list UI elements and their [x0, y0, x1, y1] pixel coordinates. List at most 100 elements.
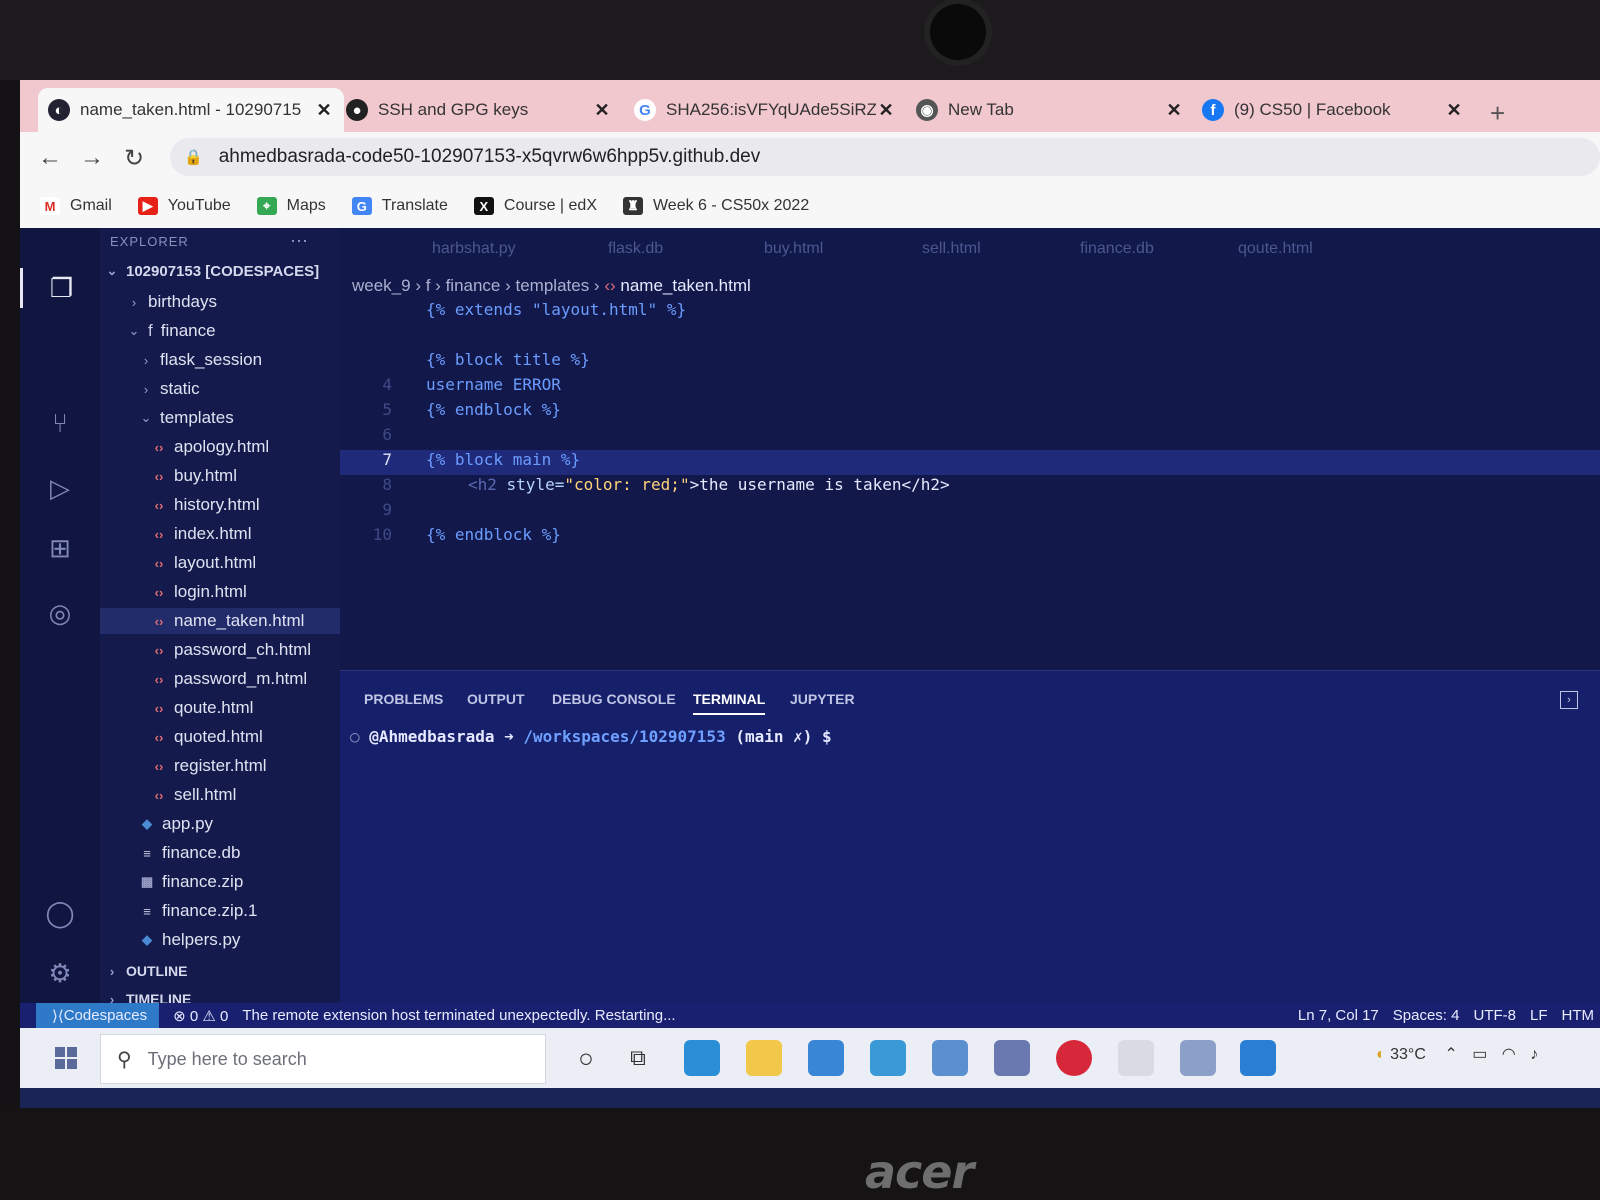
editor-tab[interactable]: buy.html: [764, 240, 823, 258]
code-editor[interactable]: {% extends "layout.html" %} {% block titl…: [340, 300, 1600, 670]
opera-icon[interactable]: [1056, 1040, 1092, 1076]
tab-problems[interactable]: PROBLEMS: [364, 691, 443, 707]
edge-icon[interactable]: [684, 1040, 720, 1076]
close-tab-icon[interactable]: ✕: [1444, 100, 1464, 121]
new-tab-button[interactable]: +: [1490, 98, 1505, 129]
browser-tab-5[interactable]: f (9) CS50 | Facebook ✕: [1192, 88, 1474, 132]
close-tab-icon[interactable]: ✕: [1164, 100, 1184, 121]
encoding[interactable]: UTF-8: [1473, 1007, 1516, 1024]
forward-arrow-icon[interactable]: →: [80, 144, 104, 172]
editor-tab[interactable]: sell.html: [922, 240, 981, 258]
reload-icon[interactable]: ↻: [124, 144, 144, 173]
terminal-prompt[interactable]: ○ @Ahmedbasrada ➜ /workspaces/102907153 …: [350, 727, 832, 746]
file-item[interactable]: ‹› buy.html: [100, 463, 340, 489]
close-tab-icon[interactable]: ✕: [314, 100, 334, 121]
file-item[interactable]: ‹› register.html: [100, 753, 340, 779]
cursor-position[interactable]: Ln 7, Col 17: [1298, 1007, 1379, 1024]
file-item[interactable]: ‹› qoute.html: [100, 695, 340, 721]
new-terminal-icon[interactable]: ›: [1560, 691, 1578, 709]
editor-tab[interactable]: qoute.html: [1238, 240, 1313, 258]
vscode-icon[interactable]: [1240, 1040, 1276, 1076]
cortana-icon[interactable]: ○: [568, 1040, 604, 1076]
folder-item[interactable]: › flask_session: [100, 347, 340, 373]
browser-tab-3[interactable]: G SHA256:isVFYqUAde5SiRZWF ✕: [624, 88, 906, 132]
breadcrumb-item[interactable]: templates: [516, 276, 590, 295]
tab-debug-console[interactable]: DEBUG CONSOLE: [552, 691, 676, 707]
browser-tab-1[interactable]: ◐ name_taken.html - 10290715 ✕: [38, 88, 344, 132]
file-item[interactable]: ‹› login.html: [100, 579, 340, 605]
tab-terminal[interactable]: TERMINAL: [693, 691, 766, 715]
language-mode[interactable]: HTM: [1562, 1007, 1595, 1024]
settings-gear-icon[interactable]: ⚙: [40, 953, 80, 993]
bookmark-translate[interactable]: G Translate: [351, 197, 448, 215]
bookmark-cs50[interactable]: ♜ Week 6 - CS50x 2022: [622, 197, 809, 215]
bookmark-youtube[interactable]: ▶ YouTube: [137, 197, 231, 215]
source-control-icon[interactable]: ⑂: [40, 403, 80, 443]
file-item[interactable]: ‹› history.html: [100, 492, 340, 518]
remote-indicator[interactable]: ⟩⟨ Codespaces: [36, 1003, 160, 1028]
browser-tab-2[interactable]: ● SSH and GPG keys ✕: [336, 88, 622, 132]
folder-item[interactable]: › static: [100, 376, 340, 402]
more-actions-icon[interactable]: ···: [290, 230, 308, 251]
section-outline[interactable]: › OUTLINE: [100, 958, 340, 984]
folder-item[interactable]: ⌄ templates: [100, 405, 340, 431]
run-debug-icon[interactable]: ▷: [40, 468, 80, 508]
editor-tab[interactable]: harbshat.py: [432, 240, 516, 258]
workspace-root[interactable]: ⌄ 102907153 [CODESPACES]: [100, 258, 340, 284]
battery-icon[interactable]: ▭: [1472, 1046, 1487, 1063]
explorer-files-icon[interactable]: ❐: [20, 268, 100, 308]
file-item[interactable]: ‹› apology.html: [100, 434, 340, 460]
indentation[interactable]: Spaces: 4: [1393, 1007, 1460, 1024]
bookmark-edx[interactable]: X Course | edX: [473, 197, 597, 215]
github-icon[interactable]: ◎: [40, 593, 80, 633]
file-explorer-icon[interactable]: [746, 1040, 782, 1076]
mail-icon[interactable]: [870, 1040, 906, 1076]
file-item[interactable]: ‹› sell.html: [100, 782, 340, 808]
breadcrumb-item[interactable]: f: [426, 276, 431, 295]
close-tab-icon[interactable]: ✕: [592, 100, 612, 121]
breadcrumb-item[interactable]: finance: [446, 276, 501, 295]
extensions-icon[interactable]: ⊞: [40, 528, 80, 568]
close-tab-icon[interactable]: ✕: [876, 100, 896, 121]
wifi-icon[interactable]: ◠: [1502, 1046, 1516, 1063]
store-icon[interactable]: [808, 1040, 844, 1076]
bookmark-maps[interactable]: ⌖ Maps: [256, 197, 326, 215]
breadcrumb-item[interactable]: name_taken.html: [620, 276, 750, 295]
folder-item[interactable]: ⌄ f finance: [100, 318, 340, 344]
bookmark-gmail[interactable]: M Gmail: [40, 197, 112, 215]
file-item[interactable]: ◆ app.py: [100, 811, 340, 837]
calculator-icon[interactable]: [994, 1040, 1030, 1076]
file-item[interactable]: ‹› name_taken.html: [100, 608, 340, 634]
accounts-icon[interactable]: ◯: [40, 893, 80, 933]
editor-tab[interactable]: finance.db: [1080, 240, 1154, 258]
chevron-up-icon[interactable]: ⌃: [1444, 1046, 1457, 1063]
volume-icon[interactable]: ♪: [1530, 1046, 1538, 1063]
back-arrow-icon[interactable]: ←: [38, 144, 62, 172]
breadcrumb-item[interactable]: week_9: [352, 276, 411, 295]
problems-count[interactable]: ⊗ 0 ⚠ 0: [173, 1007, 228, 1025]
file-item[interactable]: ‹› quoted.html: [100, 724, 340, 750]
task-view-icon[interactable]: ⧉: [620, 1040, 656, 1076]
end-of-line[interactable]: LF: [1530, 1007, 1548, 1024]
file-item[interactable]: ≡ finance.zip.1: [100, 898, 340, 924]
file-item[interactable]: ◆ helpers.py: [100, 927, 340, 953]
file-item[interactable]: ≡ finance.db: [100, 840, 340, 866]
tab-output[interactable]: OUTPUT: [467, 691, 525, 707]
app-icon[interactable]: [932, 1040, 968, 1076]
folder-item[interactable]: › birthdays: [100, 289, 340, 315]
section-timeline[interactable]: › TIMELINE: [100, 986, 340, 1003]
browser-tab-4[interactable]: ◉ New Tab ✕: [906, 88, 1194, 132]
file-item[interactable]: ‹› password_ch.html: [100, 637, 340, 663]
chrome-icon[interactable]: [1118, 1040, 1154, 1076]
temperature[interactable]: 33°C: [1390, 1046, 1426, 1063]
taskbar-search-box[interactable]: ⚲ Type here to search: [100, 1034, 546, 1084]
editor-tab[interactable]: flask.db: [608, 240, 663, 258]
url-bar[interactable]: 🔒 ahmedbasrada-code50-102907153-x5qvrw6w…: [170, 138, 1600, 176]
windows-start-icon[interactable]: [36, 1028, 96, 1088]
file-item[interactable]: ▦ finance.zip: [100, 869, 340, 895]
file-item[interactable]: ‹› index.html: [100, 521, 340, 547]
photos-icon[interactable]: [1180, 1040, 1216, 1076]
file-item[interactable]: ‹› password_m.html: [100, 666, 340, 692]
file-item[interactable]: ‹› layout.html: [100, 550, 340, 576]
tab-jupyter[interactable]: JUPYTER: [790, 691, 855, 707]
